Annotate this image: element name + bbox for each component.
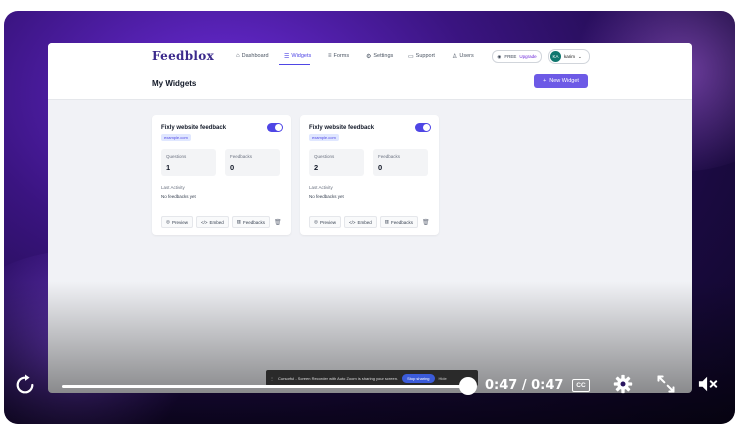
button-label: Embed	[209, 219, 224, 225]
toggle-knob	[275, 124, 282, 131]
widget-enabled-toggle[interactable]	[267, 123, 283, 132]
last-activity-value: No feedbacks yet	[309, 194, 344, 199]
embed-button[interactable]: </> Embed	[343, 216, 377, 228]
stat-value: 0	[230, 163, 235, 172]
form-icon: ≡	[328, 53, 332, 59]
nav-support[interactable]: ▭ Support	[408, 52, 435, 60]
widget-enabled-toggle[interactable]	[415, 123, 431, 132]
widget-actions: ◎ Preview </> Embed ▥ Feedbacks 🗑	[309, 216, 430, 228]
stat-value: 2	[314, 163, 319, 172]
nav-label: Dashboard	[241, 53, 269, 59]
feedbacks-button[interactable]: ▥ Feedbacks	[231, 216, 271, 228]
nav-forms[interactable]: ≡ Forms	[328, 52, 349, 60]
nav-label: Forms	[333, 53, 350, 59]
nav-label: Support	[415, 53, 435, 59]
fullscreen-icon[interactable]	[656, 374, 676, 394]
nav-users[interactable]: ♙ Users	[452, 52, 474, 60]
screen-share-banner: ⋮ Cursorful - Screen Recorder with Auto …	[266, 370, 478, 386]
eye-icon: ◎	[314, 219, 318, 224]
progress-bar[interactable]	[62, 385, 468, 388]
stat-value: 1	[166, 163, 171, 172]
feedbacks-stat: Feedbacks 0	[373, 149, 428, 176]
widget-actions: ◎ Preview </> Embed ▥ Feedbacks 🗑	[161, 216, 282, 228]
nav-label: Users	[459, 53, 474, 59]
nav-dashboard[interactable]: ⌂ Dashboard	[236, 52, 269, 60]
last-activity-value: No feedbacks yet	[161, 194, 196, 199]
page-title: My Widgets	[152, 79, 197, 88]
captions-button[interactable]: CC	[572, 379, 590, 392]
preview-button[interactable]: ◎ Preview	[309, 216, 341, 228]
avatar: KA	[550, 51, 561, 62]
nav-settings[interactable]: ⚙ Settings	[366, 52, 393, 60]
trash-icon[interactable]: 🗑	[422, 219, 430, 226]
chart-icon: ▥	[384, 219, 389, 224]
upgrade-link[interactable]: Upgrade	[519, 54, 536, 59]
code-icon: </>	[348, 219, 356, 225]
widget-domain: example.com	[309, 134, 339, 141]
app-logo: Feedblox	[152, 49, 215, 63]
stat-label: Feedbacks	[230, 154, 253, 159]
new-widget-button[interactable]: + New Widget	[534, 74, 588, 88]
plan-label: FREE	[504, 54, 517, 59]
widget-card: Fixly website feedback example.com Quest…	[152, 115, 291, 235]
hide-button[interactable]: Hide	[439, 376, 447, 381]
widget-domain: example.com	[161, 134, 191, 141]
last-activity-label: Last Activity	[161, 185, 185, 190]
time-display: 0:47 / 0:47	[485, 378, 564, 393]
embed-button[interactable]: </> Embed	[195, 216, 229, 228]
plan-badge[interactable]: ◉ FREE Upgrade	[492, 50, 542, 63]
stat-value: 0	[378, 163, 383, 172]
stat-label: Feedbacks	[378, 154, 401, 159]
plus-icon: +	[543, 78, 547, 84]
button-label: Feedbacks	[391, 219, 414, 225]
toggle-knob	[423, 124, 430, 131]
user-name: karim	[564, 54, 575, 59]
button-label: Preview	[319, 219, 336, 225]
button-label: Preview	[171, 219, 188, 225]
new-widget-label: New Widget	[549, 78, 579, 84]
mute-icon[interactable]	[697, 374, 719, 394]
settings-gear-icon[interactable]	[613, 374, 633, 394]
controls-gradient	[4, 281, 735, 424]
chart-icon: ▥	[236, 219, 241, 224]
nav-label: Widgets	[291, 53, 312, 59]
drag-handle-icon[interactable]: ⋮	[270, 376, 274, 381]
stop-sharing-button[interactable]: Stop sharing	[402, 373, 435, 383]
code-icon: </>	[200, 219, 208, 225]
feedbacks-stat: Feedbacks 0	[225, 149, 280, 176]
plan-icon: ◉	[497, 53, 502, 59]
button-label: Feedbacks	[243, 219, 266, 225]
gear-icon: ⚙	[366, 53, 372, 60]
stat-label: Questions	[314, 154, 335, 159]
last-activity-label: Last Activity	[309, 185, 333, 190]
video-player[interactable]: Feedblox ⌂ Dashboard ☰ Widgets ≡ Forms ⚙…	[4, 11, 735, 424]
eye-icon: ◎	[166, 219, 170, 224]
share-text: Cursorful - Screen Recorder with Auto Zo…	[278, 375, 399, 381]
widget-title: Fixly website feedback	[309, 125, 375, 131]
active-tab-indicator	[279, 64, 310, 65]
questions-stat: Questions 2	[309, 149, 364, 176]
list-icon: ☰	[284, 53, 290, 60]
stat-label: Questions	[166, 154, 187, 159]
app-header: Feedblox ⌂ Dashboard ☰ Widgets ≡ Forms ⚙…	[48, 43, 692, 100]
replay-icon[interactable]	[14, 374, 36, 396]
nav-widgets[interactable]: ☰ Widgets	[284, 52, 311, 60]
users-icon: ♙	[452, 53, 458, 60]
nav-label: Settings	[373, 53, 394, 59]
home-icon: ⌂	[236, 53, 240, 59]
questions-stat: Questions 1	[161, 149, 216, 176]
progress-thumb[interactable]	[459, 377, 477, 395]
feedbacks-button[interactable]: ▥ Feedbacks	[379, 216, 419, 228]
widget-card: Fixly website feedback example.com Quest…	[300, 115, 439, 235]
chevron-down-icon: ⌄	[578, 53, 582, 59]
button-label: Embed	[357, 219, 372, 225]
trash-icon[interactable]: 🗑	[274, 219, 282, 226]
preview-button[interactable]: ◎ Preview	[161, 216, 193, 228]
widget-title: Fixly website feedback	[161, 125, 227, 131]
chat-icon: ▭	[408, 53, 414, 60]
user-menu[interactable]: KA karim ⌄	[548, 49, 590, 64]
